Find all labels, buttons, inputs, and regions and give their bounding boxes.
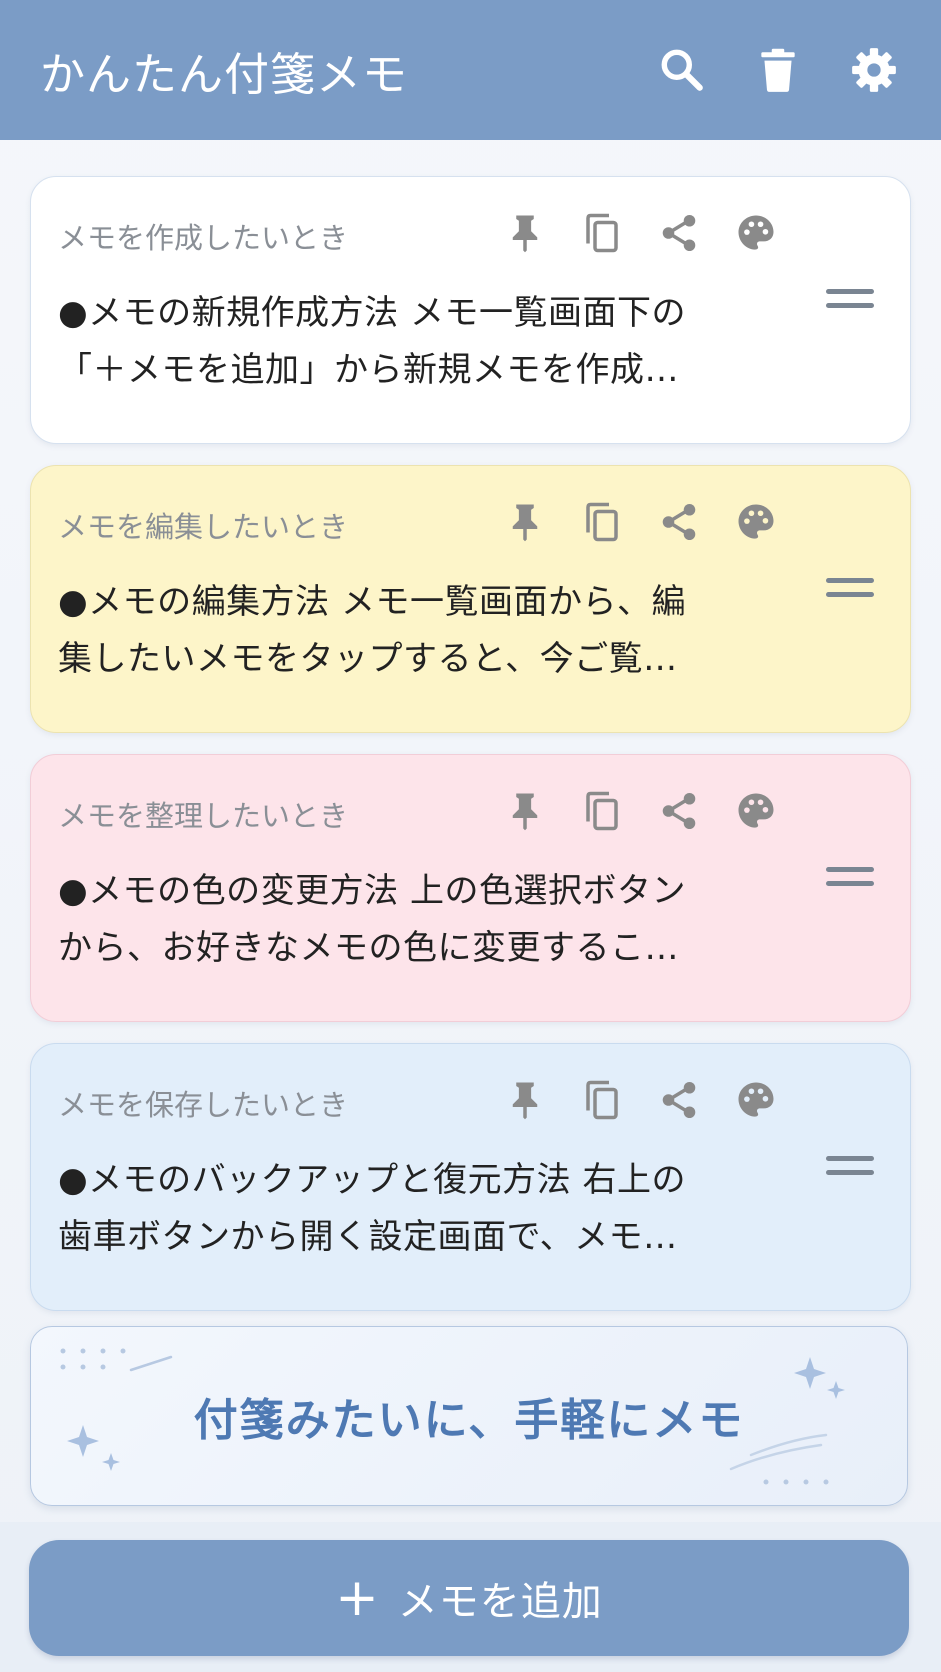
header-actions xyxy=(655,43,901,97)
memo-actions xyxy=(503,211,778,255)
copy-icon xyxy=(586,502,618,542)
share-button[interactable] xyxy=(657,1078,701,1122)
memo-body-line: から、お好きなメモの色に変更するこ… xyxy=(58,928,679,968)
memo-body: ●メモの色の変更方法 上の色選択ボタン から、お好きなメモの色に変更するこ… xyxy=(58,863,818,977)
share-button[interactable] xyxy=(657,211,701,255)
memo-actions xyxy=(503,500,778,544)
pin-icon xyxy=(512,504,538,542)
pin-button[interactable] xyxy=(503,1078,547,1122)
app-root: かんたん付箋メモ メモを作成したいとき ●メモの新規作成方法 メモ一覧画面下の … xyxy=(0,0,941,1672)
search-button[interactable] xyxy=(655,43,709,97)
pin-icon xyxy=(512,215,538,253)
copy-button[interactable] xyxy=(580,211,624,255)
palette-icon xyxy=(738,215,774,250)
memo-title: メモを保存したいとき xyxy=(58,1088,349,1122)
memo-card[interactable]: メモを編集したいとき ●メモの編集方法 メモ一覧画面から、編 集したいメモをタッ… xyxy=(30,465,911,733)
drag-handle-icon[interactable] xyxy=(826,1156,874,1182)
search-icon xyxy=(661,49,703,91)
share-icon xyxy=(662,1081,696,1119)
memo-list: メモを作成したいとき ●メモの新規作成方法 メモ一覧画面下の 「＋メモを追加」か… xyxy=(30,176,911,1332)
palette-icon xyxy=(738,1082,774,1117)
memo-title: メモを編集したいとき xyxy=(58,510,349,544)
memo-body-line: ●メモの色の変更方法 上の色選択ボタン xyxy=(58,871,686,911)
memo-body-line: 歯車ボタンから開く設定画面で、メモ… xyxy=(58,1217,678,1257)
drag-handle-icon[interactable] xyxy=(826,289,874,315)
settings-button[interactable] xyxy=(847,43,901,97)
copy-button[interactable] xyxy=(580,789,624,833)
promo-banner: 付箋みたいに、手軽にメモ xyxy=(30,1326,908,1506)
drag-handle-icon[interactable] xyxy=(826,578,874,604)
banner-text: 付箋みたいに、手軽にメモ xyxy=(193,1395,745,1446)
footer-bar: + メモを追加 xyxy=(0,1522,941,1672)
add-memo-button[interactable]: + メモを追加 xyxy=(29,1540,909,1656)
memo-body: ●メモのバックアップと復元方法 右上の 歯車ボタンから開く設定画面で、メモ… xyxy=(58,1152,818,1266)
memo-body-line: 集したいメモをタップすると、今ご覧… xyxy=(58,639,678,679)
memo-body-line: ●メモのバックアップと復元方法 右上の xyxy=(58,1160,686,1200)
gear-icon xyxy=(852,48,896,92)
memo-body-line: ●メモの編集方法 メモ一覧画面から、編 xyxy=(58,582,686,622)
copy-button[interactable] xyxy=(580,500,624,544)
pin-button[interactable] xyxy=(503,500,547,544)
share-button[interactable] xyxy=(657,500,701,544)
delete-button[interactable] xyxy=(751,43,805,97)
memo-body: ●メモの編集方法 メモ一覧画面から、編 集したいメモをタップすると、今ご覧… xyxy=(58,574,818,688)
palette-icon xyxy=(738,504,774,539)
color-button[interactable] xyxy=(734,789,778,833)
color-button[interactable] xyxy=(734,211,778,255)
share-icon xyxy=(662,214,696,252)
memo-title: メモを作成したいとき xyxy=(58,221,349,255)
plus-icon: + xyxy=(335,1568,380,1628)
memo-card[interactable]: メモを整理したいとき ●メモの色の変更方法 上の色選択ボタン から、お好きなメモ… xyxy=(30,754,911,1022)
memo-body: ●メモの新規作成方法 メモ一覧画面下の 「＋メモを追加」から新規メモを作成… xyxy=(58,285,818,399)
memo-actions xyxy=(503,1078,778,1122)
share-button[interactable] xyxy=(657,789,701,833)
share-icon xyxy=(662,503,696,541)
pin-button[interactable] xyxy=(503,789,547,833)
memo-card[interactable]: メモを保存したいとき ●メモのバックアップと復元方法 右上の 歯車ボタンから開く… xyxy=(30,1043,911,1311)
drag-handle-icon[interactable] xyxy=(826,867,874,893)
memo-actions xyxy=(503,789,778,833)
copy-icon xyxy=(586,213,618,253)
copy-button[interactable] xyxy=(580,1078,624,1122)
app-title: かんたん付箋メモ xyxy=(40,47,409,101)
copy-icon xyxy=(586,791,618,831)
pin-icon xyxy=(512,793,538,831)
pin-icon xyxy=(512,1082,538,1120)
add-memo-label: メモを追加 xyxy=(397,1579,603,1625)
trash-icon xyxy=(761,48,795,92)
color-button[interactable] xyxy=(734,500,778,544)
memo-title: メモを整理したいとき xyxy=(58,799,349,833)
memo-body-line: ●メモの新規作成方法 メモ一覧画面下の xyxy=(58,293,686,333)
copy-icon xyxy=(586,1080,618,1120)
app-header: かんたん付箋メモ xyxy=(0,0,941,140)
pin-button[interactable] xyxy=(503,211,547,255)
memo-body-line: 「＋メモを追加」から新規メモを作成… xyxy=(58,350,679,390)
palette-icon xyxy=(738,793,774,828)
color-button[interactable] xyxy=(734,1078,778,1122)
share-icon xyxy=(662,792,696,830)
memo-card[interactable]: メモを作成したいとき ●メモの新規作成方法 メモ一覧画面下の 「＋メモを追加」か… xyxy=(30,176,911,444)
